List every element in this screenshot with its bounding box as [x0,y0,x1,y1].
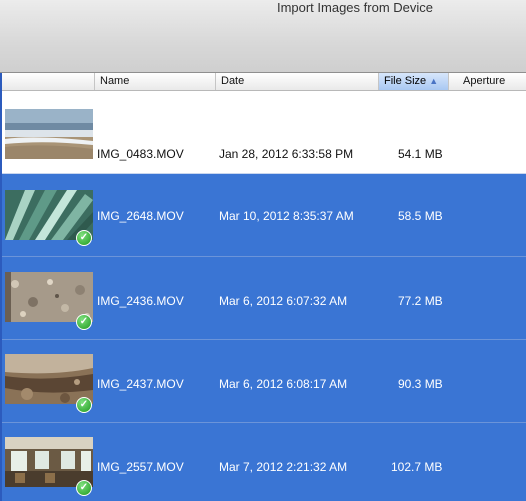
file-size: 90.3 MB [398,377,443,391]
table-row[interactable]: IMG_0483.MOV Jan 28, 2012 6:33:58 PM 54.… [2,91,526,173]
table-row-selected[interactable]: ✓ IMG_2436.MOV Mar 6, 2012 6:07:32 AM 77… [2,257,526,339]
file-date: Mar 10, 2012 8:35:37 AM [219,209,354,223]
table-header: Name Date File Size ▲ Aperture [2,73,526,91]
column-header-date[interactable]: Date [215,73,378,90]
table-row-selected[interactable]: ✓ IMG_2557.MOV Mar 7, 2012 2:21:32 AM 10… [2,423,526,501]
imported-checkmark-icon: ✓ [76,314,92,330]
thumbnail-train-interior [5,437,93,487]
file-name: IMG_2436.MOV [97,294,184,308]
file-name: IMG_2437.MOV [97,377,184,391]
file-size: 58.5 MB [398,209,443,223]
file-size: 77.2 MB [398,294,443,308]
window-titlebar: Import Images from Device [0,0,526,73]
file-size: 54.1 MB [398,147,443,161]
table-row-selected[interactable]: ✓ IMG_2437.MOV Mar 6, 2012 6:08:17 AM 90… [2,340,526,422]
sort-ascending-arrow-icon: ▲ [429,76,439,86]
imported-checkmark-icon: ✓ [76,397,92,413]
file-date: Mar 7, 2012 2:21:32 AM [219,460,348,474]
file-name: IMG_2557.MOV [97,460,184,474]
column-header-file-size[interactable]: File Size ▲ [378,73,448,90]
column-header-thumbnail [2,73,94,90]
file-date: Mar 6, 2012 6:08:17 AM [219,377,348,391]
column-header-name-label: Name [100,75,130,87]
column-header-file-size-label: File Size [384,75,427,87]
file-date: Jan 28, 2012 6:33:58 PM [219,147,354,161]
file-size: 102.7 MB [391,460,443,474]
window-title: Import Images from Device [276,0,433,15]
column-header-aperture[interactable]: Aperture [448,73,526,90]
thumbnail-rocky-hillside [5,354,93,404]
thumbnail-beach-waves [5,109,93,159]
column-header-aperture-label: Aperture [463,75,506,87]
file-name: IMG_0483.MOV [97,147,184,161]
imported-checkmark-icon: ✓ [76,480,92,496]
imported-checkmark-icon: ✓ [76,230,92,246]
file-name: IMG_2648.MOV [97,209,184,223]
file-date: Mar 6, 2012 6:07:32 AM [219,294,348,308]
column-header-name[interactable]: Name [94,73,215,90]
column-header-date-label: Date [221,75,245,87]
import-file-table: Name Date File Size ▲ Aperture IMG_0483.M… [0,73,526,501]
table-row-selected[interactable]: ✓ IMG_2648.MOV Mar 10, 2012 8:35:37 AM 5… [2,174,526,256]
